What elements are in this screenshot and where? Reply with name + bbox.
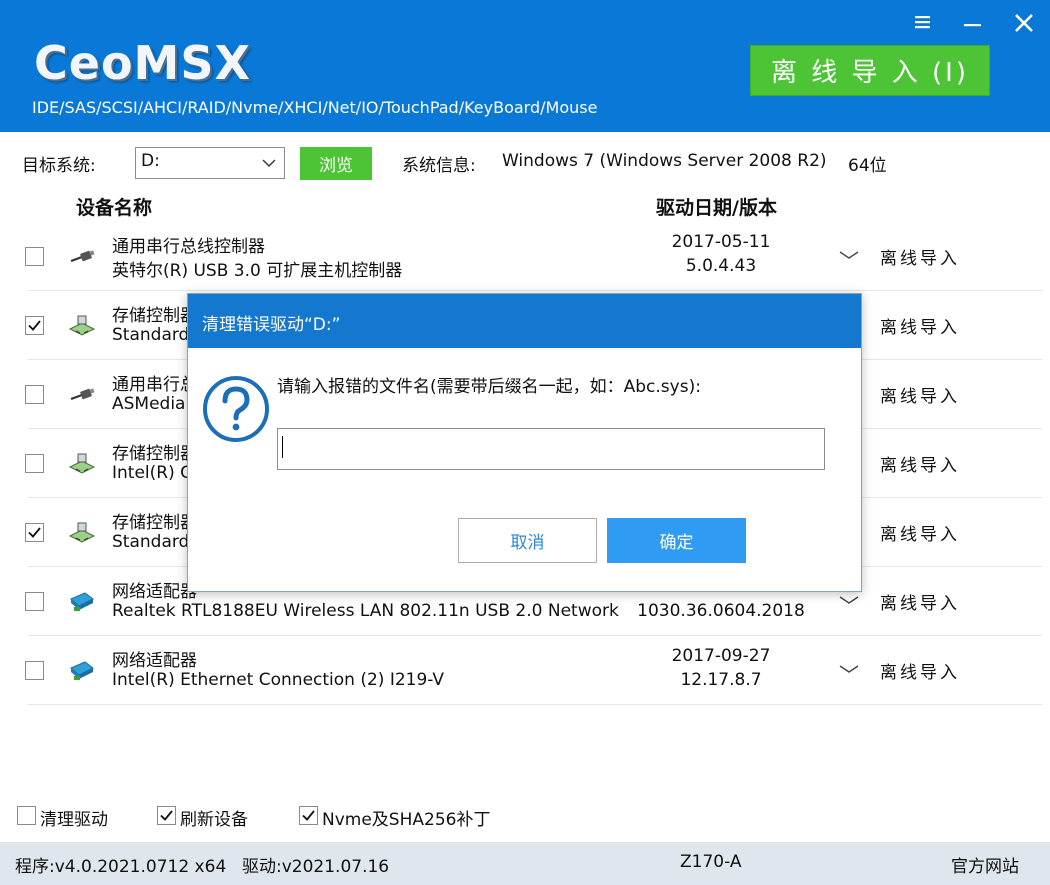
status-bar: 程序:v4.0.2021.0712 x64 驱动:v2021.07.16 Z17… (0, 842, 1050, 885)
official-website-link[interactable]: 官方网站 (951, 852, 1019, 877)
driver-version: 驱动:v2021.07.16 (242, 857, 390, 877)
device-checkbox[interactable] (25, 592, 44, 611)
system-info-value: Windows 7 (Windows Server 2008 R2) (502, 151, 827, 171)
system-arch: 64位 (848, 156, 887, 176)
device-name: Standard (112, 532, 190, 552)
usb-plug-icon (68, 382, 96, 408)
app-logo: CeoMSX (34, 36, 251, 90)
driver-date: 2017-09-27 (671, 646, 771, 666)
device-name: 英特尔(R) USB 3.0 可扩展主机控制器 (112, 261, 403, 281)
row-divider (28, 704, 1042, 705)
board-model: Z170-A (680, 852, 742, 872)
header: CeoMSX IDE/SAS/SCSI/AHCI/RAID/Nvme/XHCI/… (0, 0, 1050, 132)
browse-button[interactable]: 浏览 (300, 147, 372, 180)
question-icon (203, 376, 269, 442)
supported-interfaces: IDE/SAS/SCSI/AHCI/RAID/Nvme/XHCI/Net/IO/… (32, 98, 598, 117)
storage-controller-icon (68, 313, 96, 339)
network-adapter-icon (68, 658, 96, 684)
target-system-label: 目标系统: (22, 156, 96, 176)
close-icon[interactable] (1009, 8, 1039, 38)
checkbox[interactable] (17, 806, 36, 825)
ok-button[interactable]: 确定 (607, 518, 746, 563)
offline-import-link[interactable]: 离线导入 (880, 382, 960, 407)
option-label: 清理驱动 (40, 810, 108, 830)
device-name: Realtek RTL8188EU Wireless LAN 802.11n U… (112, 601, 619, 621)
option-label: 刷新设备 (180, 810, 248, 830)
device-checkbox[interactable] (25, 454, 44, 473)
chevron-down-icon[interactable] (838, 662, 860, 676)
device-checkbox[interactable] (25, 385, 44, 404)
offline-import-link[interactable]: 离线导入 (880, 313, 960, 338)
device-name: Intel(R) Ethernet Connection (2) I219-V (112, 670, 445, 690)
dialog-title: 清理错误驱动“D:” (188, 294, 861, 348)
chevron-down-icon[interactable] (838, 593, 860, 607)
driver-version: 5.0.4.43 (685, 256, 757, 276)
device-category: 网络适配器 (112, 651, 197, 671)
device-category: 网络适配器 (112, 582, 197, 602)
device-name: ASMedia (112, 394, 186, 414)
dialog-prompt: 请输入报错的文件名(需要带后缀名一起，如：Abc.sys): (277, 377, 701, 397)
device-row[interactable]: 网络适配器 Intel(R) Ethernet Connection (2) I2… (0, 636, 1050, 705)
text-caret (282, 436, 283, 458)
device-name: Intel(R) C (112, 463, 192, 483)
driver-version: 1030.36.0604.2018 (637, 601, 805, 621)
menu-icon[interactable] (908, 8, 938, 38)
storage-controller-icon (68, 451, 96, 477)
driver-version: 12.17.8.7 (680, 670, 762, 690)
device-category: 存储控制器 (112, 513, 197, 533)
device-category: 存储控制器 (112, 444, 197, 464)
checkbox[interactable] (157, 806, 176, 825)
device-checkbox[interactable] (25, 316, 44, 335)
clean-error-driver-dialog: 清理错误驱动“D:” 请输入报错的文件名(需要带后缀名一起，如：Abc.sys)… (187, 293, 862, 592)
option-label: Nvme及SHA256补丁 (322, 810, 491, 830)
minimize-icon[interactable] (957, 8, 987, 38)
system-info-label: 系统信息: (402, 156, 476, 176)
filename-input[interactable] (277, 428, 825, 470)
device-checkbox[interactable] (25, 523, 44, 542)
storage-controller-icon (68, 520, 96, 546)
offline-import-link[interactable]: 离线导入 (880, 451, 960, 476)
driver-date: 2017-05-11 (671, 232, 771, 252)
target-drive-select[interactable]: D: (135, 147, 285, 179)
device-name: Standard (112, 325, 190, 345)
network-adapter-icon (68, 589, 96, 615)
offline-import-link[interactable]: 离线导入 (880, 520, 960, 545)
offline-import-link[interactable]: 离线导入 (880, 589, 960, 614)
column-header-device: 设备名称 (76, 197, 153, 219)
offline-import-link[interactable]: 离线导入 (880, 244, 960, 269)
chevron-down-icon (262, 159, 276, 167)
column-header-date-version: 驱动日期/版本 (656, 197, 777, 219)
offline-import-button[interactable]: 离 线 导 入 (I) (750, 45, 990, 96)
usb-plug-icon (68, 244, 96, 270)
offline-import-link[interactable]: 离线导入 (880, 658, 960, 683)
device-category: 通用串行总线控制器 (112, 237, 265, 257)
chevron-down-icon[interactable] (838, 248, 860, 262)
target-drive-value: D: (141, 151, 160, 171)
checkbox[interactable] (299, 806, 318, 825)
device-checkbox[interactable] (25, 661, 44, 680)
device-checkbox[interactable] (25, 247, 44, 266)
device-category: 存储控制器 (112, 306, 197, 326)
program-version: 程序:v4.0.2021.0712 x64 (15, 857, 227, 877)
cancel-button[interactable]: 取消 (458, 518, 597, 563)
device-row[interactable]: 通用串行总线控制器英特尔(R) USB 3.0 可扩展主机控制器 2017-05-… (0, 222, 1050, 291)
